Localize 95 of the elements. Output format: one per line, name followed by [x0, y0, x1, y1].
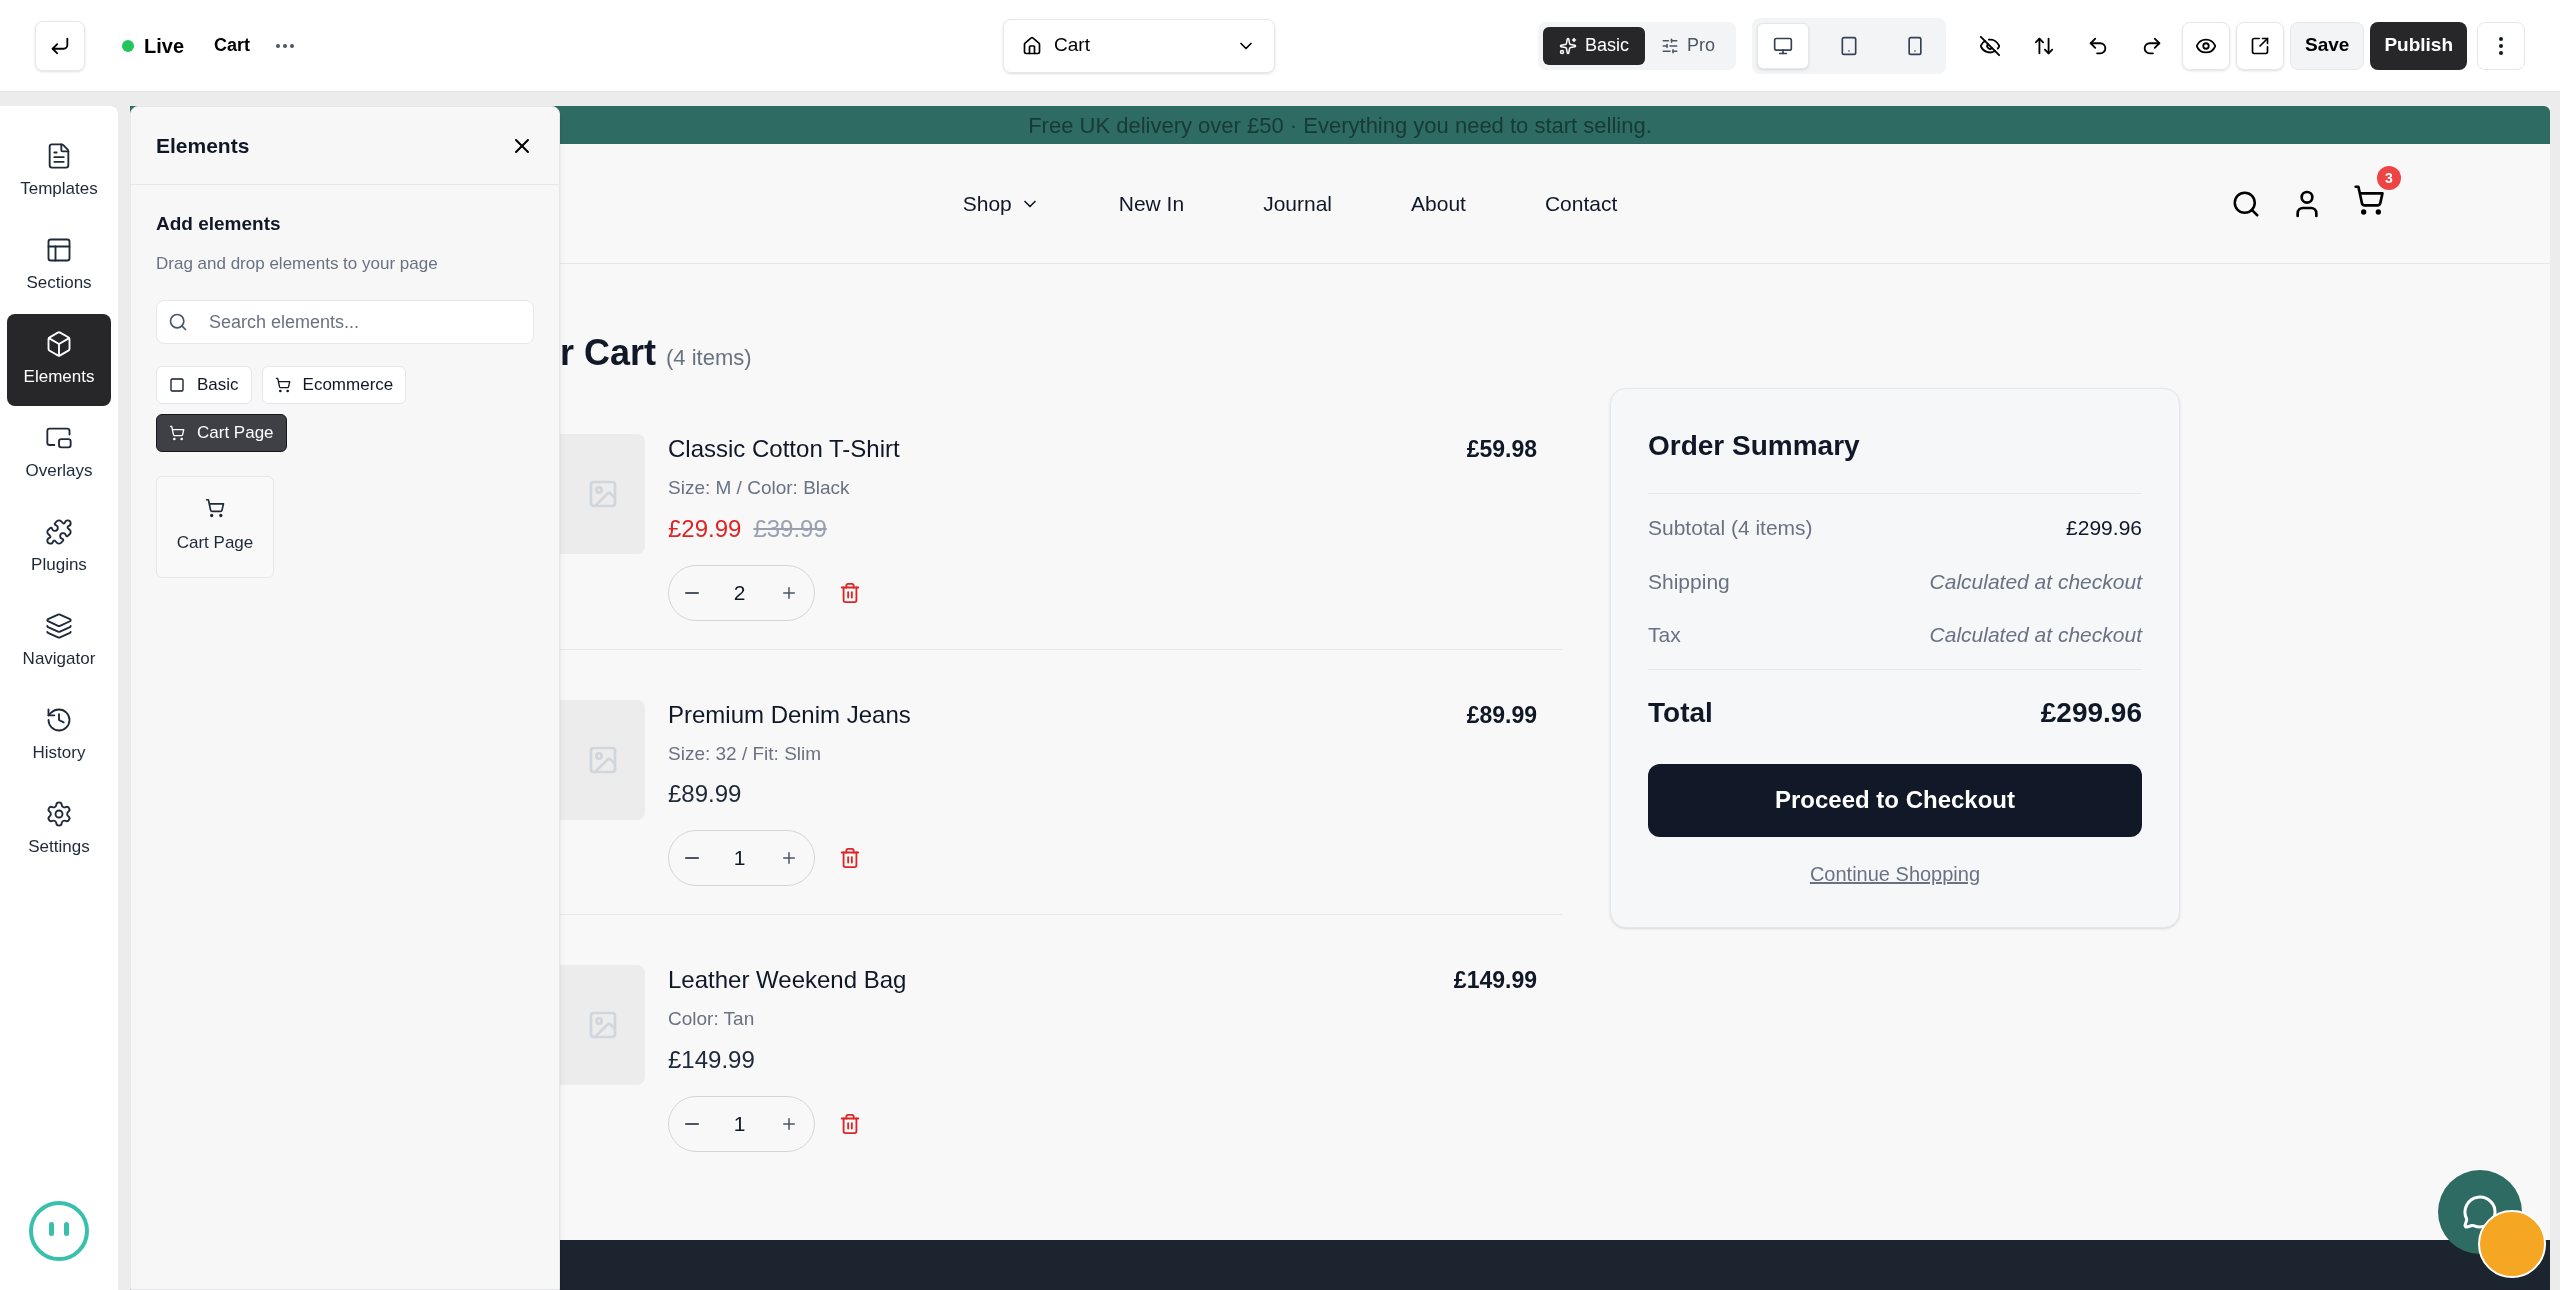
- square-icon: [169, 377, 185, 393]
- sidebar-item[interactable]: Navigator: [7, 596, 111, 688]
- arrow-out-icon: [2250, 35, 2270, 56]
- product-name: Leather Weekend Bag: [668, 965, 907, 995]
- publish-button[interactable]: Publish: [2370, 21, 2467, 70]
- cube-icon: [45, 330, 73, 359]
- trash-icon: [839, 847, 861, 869]
- search-icon: [168, 312, 188, 332]
- device-button[interactable]: [1757, 22, 1809, 69]
- trash-icon: [839, 1112, 861, 1135]
- section-subtitle: Drag and drop elements to your page: [156, 252, 439, 275]
- summary-value: Calculated at checkout: [1929, 622, 2142, 648]
- sidebar-item[interactable]: Elements: [7, 314, 111, 406]
- panel-title: Elements: [156, 132, 251, 159]
- robot-face-icon: [28, 1200, 90, 1262]
- category-chip[interactable]: Ecommerce: [261, 366, 407, 404]
- summary-label: Tax: [1648, 622, 1681, 648]
- quantity-value: 1: [733, 845, 746, 872]
- plus-icon: [780, 849, 798, 867]
- summary-label: Subtotal (4 items): [1648, 515, 1813, 541]
- back-button[interactable]: [35, 20, 85, 71]
- cart-title: r Cart: [560, 331, 657, 375]
- quantity-value: 2: [733, 579, 746, 606]
- open-button[interactable]: [2236, 21, 2284, 70]
- nav-link[interactable]: About: [1411, 187, 1466, 220]
- preview-button[interactable]: [2182, 21, 2230, 70]
- cart-icon: [169, 425, 185, 441]
- remove-button[interactable]: [839, 1112, 861, 1135]
- sidebar-item[interactable]: Overlays: [7, 408, 111, 500]
- sidebar-item[interactable]: Templates: [7, 126, 111, 218]
- nav-link[interactable]: Journal: [1263, 187, 1332, 220]
- summary-label: Shipping: [1648, 568, 1730, 595]
- product-details: Size: 32 / Fit: Slim: [668, 741, 822, 766]
- section-heading: Add elements: [156, 212, 282, 236]
- summary-value: £299.96: [2066, 515, 2142, 541]
- sidebar-item[interactable]: Plugins: [7, 502, 111, 594]
- layers-icon: [45, 612, 73, 641]
- puzzle-icon: [45, 518, 73, 547]
- line-total: £149.99: [1453, 966, 1538, 995]
- product-details: Size: M / Color: Black: [668, 476, 850, 500]
- element-card[interactable]: Cart Page: [156, 476, 274, 578]
- nav-link[interactable]: Shop: [962, 187, 1040, 220]
- trash-icon: [839, 581, 861, 604]
- remove-button[interactable]: [839, 581, 861, 604]
- cart-icon: [274, 377, 291, 393]
- sidebar-item[interactable]: Settings: [7, 784, 111, 876]
- category-chip[interactable]: Cart Page: [156, 414, 287, 452]
- line-total: £89.99: [1466, 700, 1538, 730]
- cart-icon: [205, 498, 225, 519]
- search-field[interactable]: Search elements...: [156, 300, 534, 344]
- summary-value: Calculated at checkout: [1929, 568, 2142, 595]
- minus-icon: [685, 857, 699, 859]
- cart-button[interactable]: [2353, 184, 2385, 216]
- cart-count: (4 items): [666, 344, 752, 372]
- sliders-icon: [1661, 36, 1679, 55]
- nav-link[interactable]: Contact: [1544, 187, 1618, 220]
- quantity-value: 1: [733, 1110, 746, 1137]
- page-name: Cart: [214, 34, 251, 57]
- minus-icon: [685, 591, 699, 594]
- total-label: Total: [1648, 695, 1713, 730]
- product-name: Premium Denim Jeans: [668, 699, 911, 730]
- product-price: £149.99: [668, 1044, 755, 1075]
- monitor-icon: [1773, 35, 1793, 56]
- page-selector[interactable]: Cart: [1003, 18, 1276, 73]
- product-price: £29.99: [668, 513, 742, 544]
- phone-icon: [1905, 35, 1925, 56]
- home-icon: [1022, 35, 1043, 56]
- cart-icon: [2353, 184, 2385, 216]
- sidebar-item[interactable]: Sections: [7, 220, 111, 312]
- product-price: £89.99: [668, 779, 742, 809]
- category-chip[interactable]: Basic: [156, 366, 252, 404]
- save-button[interactable]: Save: [2290, 21, 2365, 70]
- line-total: £59.98: [1466, 435, 1538, 464]
- ellipsis-icon: [276, 43, 295, 48]
- continue-shopping-link[interactable]: Continue Shopping: [1809, 862, 1981, 885]
- remove-button[interactable]: [839, 847, 861, 869]
- sidebar-item[interactable]: History: [7, 690, 111, 782]
- product-details: Color: Tan: [668, 1007, 755, 1031]
- sparkles-icon: [1558, 36, 1577, 55]
- eye-off-icon: [1979, 34, 2001, 57]
- nav-link[interactable]: New In: [1118, 187, 1185, 220]
- summary-title: Order Summary: [1648, 430, 1860, 461]
- mode-tab[interactable]: Basic: [1542, 26, 1645, 65]
- chat-bubble-icon: [2462, 1194, 2498, 1230]
- tablet-icon: [1839, 35, 1859, 56]
- cart-badge: 3: [2377, 166, 2401, 190]
- settings-icon: [45, 800, 73, 829]
- minus-icon: [685, 1122, 699, 1125]
- checkout-button[interactable]: Proceed to Checkout: [1648, 763, 2142, 837]
- mode-tab[interactable]: Pro: [1645, 26, 1731, 65]
- status-label: Live: [144, 33, 185, 59]
- total-value: £299.96: [2040, 695, 2142, 730]
- vertical-ellipsis-icon: [2499, 36, 2503, 55]
- product-name: Classic Cotton T-Shirt: [668, 434, 900, 464]
- original-price: £39.99: [753, 513, 827, 544]
